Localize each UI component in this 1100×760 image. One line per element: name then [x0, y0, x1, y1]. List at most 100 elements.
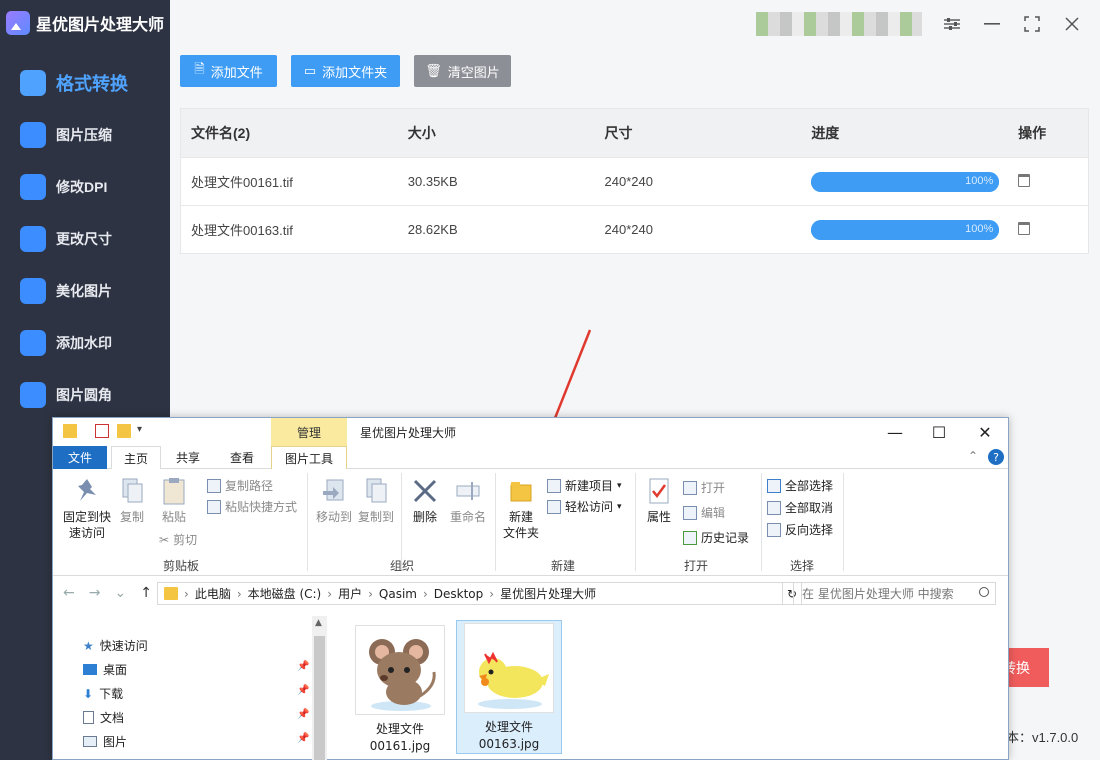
recent-chevron-icon[interactable]: ⌄: [114, 585, 140, 601]
invert-selection-button[interactable]: 反向选择: [767, 521, 833, 538]
file-item[interactable]: 处理文件 00161.jpg: [347, 623, 453, 757]
add-folder-button[interactable]: ▭ 添加文件夹: [291, 55, 400, 87]
tab-home[interactable]: 主页: [111, 446, 161, 470]
easy-access-label: 轻松访问: [565, 500, 614, 514]
tree-item-documents[interactable]: 文档: [83, 709, 124, 726]
sidebar-item-dpi[interactable]: 修改DPI: [0, 161, 170, 213]
pin-icon[interactable]: 📌: [297, 733, 309, 744]
edit-button[interactable]: 编辑: [683, 504, 725, 521]
rename-button[interactable]: 重命名: [445, 477, 491, 525]
scrollbar-thumb[interactable]: [314, 636, 325, 760]
breadcrumb-item[interactable]: 星优图片处理大师: [500, 585, 596, 602]
folder-icon: [164, 587, 178, 600]
breadcrumb-item[interactable]: Qasim: [379, 587, 417, 601]
address-bar[interactable]: › 此电脑 › 本地磁盘 (C:) › 用户 › Qasim › Desktop…: [157, 582, 783, 605]
properties-check-icon[interactable]: [95, 424, 109, 438]
sidebar-item-watermark[interactable]: 添加水印: [0, 317, 170, 369]
tree-item-quick-access[interactable]: ★ 快速访问: [83, 637, 148, 654]
file-name: 处理文件 00161.jpg: [369, 722, 431, 753]
select-none-button[interactable]: 全部取消: [767, 499, 833, 516]
tab-picture-tools[interactable]: 图片工具: [271, 446, 347, 469]
breadcrumb-item[interactable]: 本地磁盘 (C:): [248, 585, 322, 602]
breadcrumb-item[interactable]: Desktop: [434, 587, 484, 601]
tree-item-pictures[interactable]: 图片: [83, 733, 127, 750]
paste-shortcut-button[interactable]: 粘贴快捷方式: [207, 498, 297, 515]
tab-view[interactable]: 查看: [219, 446, 265, 469]
breadcrumb-separator[interactable]: ›: [423, 587, 428, 601]
tab-share[interactable]: 共享: [165, 446, 211, 469]
sidebar-item-resize[interactable]: 更改尺寸: [0, 213, 170, 265]
help-icon[interactable]: ?: [988, 449, 1004, 465]
pin-icon[interactable]: 📌: [297, 661, 309, 672]
pin-icon[interactable]: 📌: [297, 685, 309, 696]
resize-icon: [20, 226, 46, 252]
clear-images-button[interactable]: 🗑 清空图片: [414, 55, 511, 87]
breadcrumb-separator[interactable]: ›: [489, 587, 494, 601]
move-to-icon: [323, 479, 344, 501]
select-none-label: 全部取消: [785, 501, 834, 515]
breadcrumb-item[interactable]: 此电脑: [195, 585, 231, 602]
easy-access-button[interactable]: 轻松访问 ▾: [547, 498, 622, 515]
sidebar-item-format-convert[interactable]: 格式转换: [0, 57, 170, 109]
breadcrumb-separator[interactable]: ›: [368, 587, 373, 601]
breadcrumb-separator[interactable]: ›: [237, 587, 242, 601]
add-file-button[interactable]: 🗎 添加文件: [180, 55, 277, 87]
pin-icon[interactable]: 📌: [297, 709, 309, 720]
table-row[interactable]: 处理文件00161.tif 30.35KB 240*240 100%: [181, 157, 1088, 205]
breadcrumb-item[interactable]: 用户: [338, 585, 362, 602]
new-folder-button[interactable]: 新建 文件夹: [499, 477, 543, 541]
explorer-title-bar: ▾ 管理 星优图片处理大师 — ☐ ✕: [53, 418, 1008, 446]
breadcrumb-separator[interactable]: ›: [327, 587, 332, 601]
cut-button[interactable]: ✂ 剪切: [159, 531, 197, 548]
select-all-button[interactable]: 全部选择: [767, 477, 833, 494]
ribbon-collapse-icon[interactable]: ⌃: [968, 449, 978, 463]
scroll-up-icon[interactable]: ▲: [315, 618, 322, 628]
paste-button[interactable]: 粘贴: [157, 477, 191, 525]
table-row[interactable]: 处理文件00163.tif 28.62KB 240*240 100%: [181, 205, 1088, 253]
tab-file[interactable]: 文件: [53, 446, 107, 469]
back-arrow-icon[interactable]: ←: [63, 585, 89, 601]
tree-item-downloads[interactable]: ⬇ 下载: [83, 685, 123, 702]
paste-icon: [163, 478, 185, 505]
properties-button[interactable]: 属性: [641, 477, 677, 525]
sidebar-item-rounded[interactable]: 图片圆角: [0, 369, 170, 421]
open-button[interactable]: 打开: [683, 479, 725, 496]
close-icon[interactable]: [1060, 12, 1084, 36]
delete-row-icon[interactable]: [1018, 221, 1031, 235]
new-item-button[interactable]: 新建项目 ▾: [547, 477, 622, 494]
sidebar-item-beautify[interactable]: 美化图片: [0, 265, 170, 317]
navigation-tree: ★ 快速访问 桌面 📌 ⬇ 下载 📌 文档 📌 图片 📌: [53, 613, 328, 760]
group-select: 选择: [790, 559, 815, 573]
maximize-icon[interactable]: ☐: [929, 422, 949, 442]
maximize-icon[interactable]: [1020, 12, 1044, 36]
search-input[interactable]: 在 星优图片处理大师 中搜索: [793, 582, 996, 605]
column-header-dimensions: 尺寸: [604, 125, 633, 141]
tree-item-desktop[interactable]: 桌面: [83, 661, 127, 678]
minimize-icon[interactable]: [980, 12, 1004, 36]
minimize-icon[interactable]: —: [885, 422, 905, 442]
delete-button[interactable]: 删除: [407, 477, 443, 525]
user-avatar-blurred[interactable]: [756, 12, 922, 36]
copy-label: 复制: [119, 510, 144, 524]
new-folder-icon[interactable]: [117, 424, 131, 438]
delete-row-icon[interactable]: [1018, 173, 1031, 187]
search-icon[interactable]: [979, 587, 989, 597]
forward-arrow-icon[interactable]: →: [89, 585, 115, 601]
settings-sliders-icon[interactable]: [940, 12, 964, 36]
pin-quick-access-button[interactable]: 固定到快 速访问: [59, 477, 115, 541]
history-button[interactable]: 历史记录: [683, 529, 749, 546]
image-convert-icon: [20, 70, 46, 96]
copy-to-button[interactable]: 复制到: [355, 477, 397, 525]
breadcrumb-separator[interactable]: ›: [184, 587, 189, 601]
move-to-button[interactable]: 移动到: [313, 477, 355, 525]
explorer-window-title: 星优图片处理大师: [360, 426, 457, 440]
copy-path-button[interactable]: 复制路径: [207, 477, 273, 494]
close-icon[interactable]: ✕: [975, 422, 995, 442]
add-folder-label: 添加文件夹: [322, 64, 388, 80]
tree-scrollbar[interactable]: ▲: [312, 616, 327, 760]
copy-button[interactable]: 复制: [115, 477, 149, 525]
file-item-selected[interactable]: 处理文件 00163.jpg: [456, 620, 562, 754]
sidebar-item-compress[interactable]: 图片压缩: [0, 109, 170, 161]
chevron-down-icon[interactable]: ▾: [137, 424, 151, 438]
tab-manage[interactable]: 管理: [271, 418, 347, 446]
